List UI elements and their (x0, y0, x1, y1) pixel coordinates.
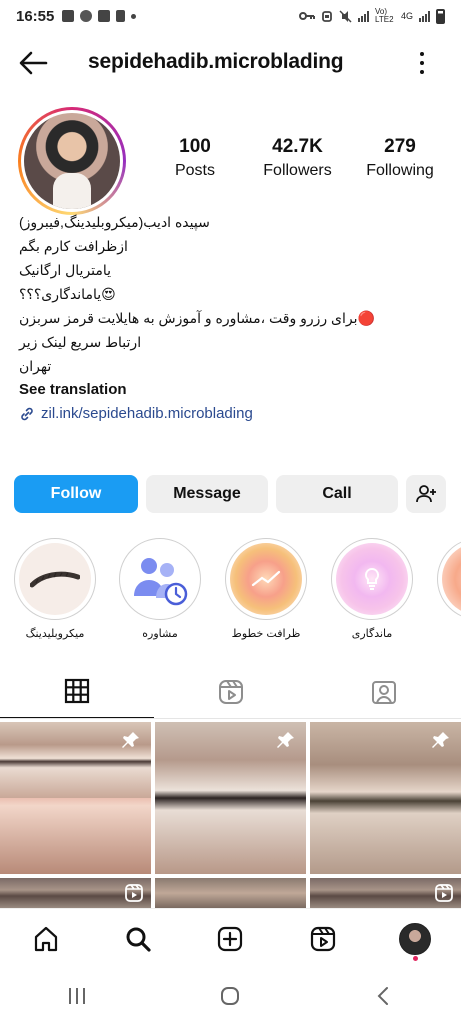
key-icon (298, 12, 315, 20)
stat-label: Following (366, 162, 434, 179)
post-thumbnail[interactable] (0, 722, 151, 874)
gallery-icon (98, 10, 111, 22)
message-button[interactable]: Message (146, 475, 268, 513)
stat-value: 42.7K (272, 136, 323, 157)
lightbulb-icon (364, 567, 380, 590)
bio-name: سپیده ادیب(میکروبلیدینگ,فیبروز) (19, 214, 210, 230)
highlight-more[interactable] (436, 538, 461, 627)
post-thumbnail[interactable] (310, 722, 461, 874)
profile-bio: سپیده ادیب(میکروبلیدینگ,فیبروز) ازظرافت … (19, 210, 439, 426)
profile-avatar (398, 922, 431, 955)
nav-search[interactable] (118, 919, 158, 959)
pinned-icon (432, 732, 449, 748)
profile-avatar-story-ring[interactable] (18, 107, 126, 215)
nav-reels[interactable] (303, 919, 343, 959)
recent-apps-icon[interactable] (66, 986, 88, 1006)
trend-icon (251, 570, 281, 587)
eyebrow-icon (30, 571, 80, 588)
nav-profile[interactable] (395, 919, 435, 961)
profile-tabs (0, 665, 461, 719)
network-label: Vo) LTE2 (374, 7, 394, 24)
stat-posts[interactable]: 100 Posts (150, 136, 240, 180)
see-translation-link[interactable]: See translation (19, 378, 439, 402)
add-person-icon (416, 485, 436, 503)
profile-username: sepidehadib.microblading (88, 50, 344, 73)
sim-icon (116, 10, 126, 22)
reel-badge-icon (125, 884, 143, 902)
stat-value: 279 (384, 136, 416, 157)
profile-stats: 100 Posts 42.7K Followers 279 Following (150, 136, 445, 180)
nav-home[interactable] (26, 919, 66, 959)
bio-line: ارتباط سریع لینک زیر (19, 334, 142, 350)
highlight-label: مشاوره (142, 628, 178, 640)
post-thumbnail[interactable] (155, 722, 306, 874)
status-time: 16:55 (16, 7, 55, 25)
bio-line: تهران (19, 358, 52, 374)
back-chevron-icon[interactable] (373, 985, 395, 1007)
highlight-label: ماندگاری (351, 628, 393, 640)
notification-dot (412, 955, 418, 961)
reel-badge-icon (435, 884, 453, 902)
stat-value: 100 (179, 136, 211, 157)
wifi-signal-icon (357, 10, 369, 22)
posts-grid (0, 722, 461, 908)
reels-icon (218, 680, 243, 704)
network-type: 4G (400, 11, 413, 21)
pinned-icon (277, 732, 294, 748)
bio-line: یامتریال ارگانیک (19, 262, 112, 278)
cell-signal-icon (419, 10, 430, 22)
tagged-icon (372, 681, 397, 704)
bio-link-text: zil.ink/sepidehadib.microblading (41, 405, 253, 422)
kebab-icon[interactable] (414, 50, 430, 76)
highlight-line-delicacy[interactable]: ظرافت خطوط (224, 538, 308, 640)
create-icon (218, 926, 243, 951)
tab-reels[interactable] (154, 665, 308, 719)
bio-line: ازظرافت کارم بگم (19, 238, 128, 254)
mute-icon (339, 9, 352, 23)
status-bar: 16:55 Vo) LTE2 4G (0, 0, 461, 32)
telegram-icon (80, 10, 93, 22)
highlight-microblading[interactable]: میکروبلیدینگ (13, 538, 97, 640)
tabs-divider (0, 718, 461, 719)
people-clock-icon (134, 558, 188, 606)
bio-link[interactable]: zil.ink/sepidehadib.microblading (19, 402, 439, 426)
call-button[interactable]: Call (276, 475, 398, 513)
tab-posts-grid[interactable] (0, 665, 154, 719)
stat-followers[interactable]: 42.7K Followers (253, 136, 343, 180)
highlight-label: ظرافت خطوط (231, 628, 301, 640)
stat-label: Followers (263, 162, 332, 179)
story-highlights: میکروبلیدینگ مشاوره ظرافت خطوط ماندگاری (0, 538, 461, 648)
bio-line: 🔴برای رزرو وقت ،مشاوره و آموزش به هایلای… (19, 310, 375, 326)
nav-create[interactable] (210, 919, 250, 959)
system-navigation (0, 968, 461, 1024)
arrow-left-icon[interactable] (18, 50, 48, 76)
bio-line: 😍یاماندگاری؟؟؟ (19, 286, 116, 302)
stat-label: Posts (174, 162, 215, 179)
highlight-consultation[interactable]: مشاوره (118, 538, 202, 640)
bottom-navigation (0, 908, 461, 968)
highlight-label: میکروبلیدینگ (25, 628, 85, 640)
follow-button[interactable]: Follow (14, 475, 138, 513)
profile-actions: Follow Message Call (14, 475, 447, 513)
tab-tagged[interactable] (307, 665, 461, 719)
home-button-icon[interactable] (219, 985, 241, 1007)
battery-icon (436, 8, 445, 24)
stat-following[interactable]: 279 Following (355, 136, 445, 180)
grid-icon (64, 678, 89, 704)
post-thumbnail[interactable] (0, 878, 151, 908)
notification-icon (62, 10, 75, 22)
profile-avatar (24, 113, 120, 209)
suggested-users-button[interactable] (406, 475, 446, 513)
reels-icon (310, 926, 335, 951)
search-icon (126, 927, 151, 952)
pinned-icon (122, 732, 139, 748)
alarm-icon (322, 10, 332, 22)
home-icon (34, 926, 58, 951)
highlight-durability[interactable]: ماندگاری (330, 538, 414, 640)
link-icon (21, 407, 33, 421)
profile-header: sepidehadib.microblading (0, 38, 461, 88)
post-thumbnail[interactable] (155, 878, 306, 908)
post-thumbnail[interactable] (310, 878, 461, 908)
more-notifications-icon (131, 13, 137, 19)
